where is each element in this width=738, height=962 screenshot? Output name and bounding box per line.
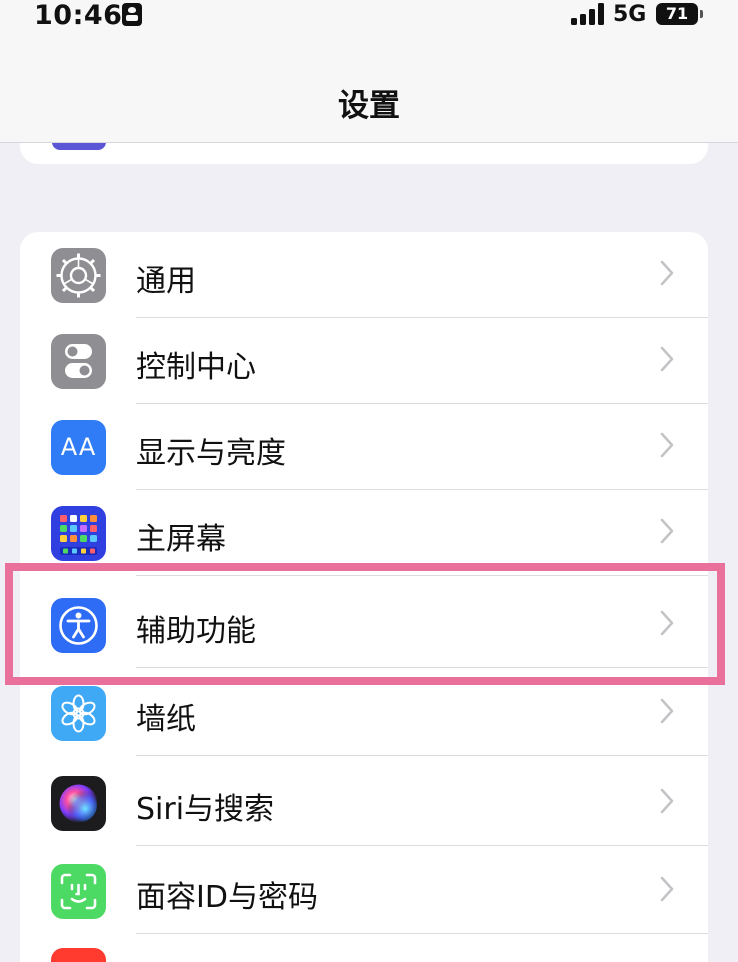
status-time: 10:46 <box>34 0 123 31</box>
settings-row-general[interactable]: 通用 <box>20 232 708 318</box>
settings-row-siri-search[interactable]: Siri与搜索 <box>20 760 708 846</box>
battery-tip <box>700 10 703 18</box>
chevron-right-icon <box>660 518 674 544</box>
contact-card-icon <box>122 3 142 26</box>
partial-next-row-icon <box>51 948 106 962</box>
chevron-right-icon <box>660 260 674 286</box>
settings-row-display-brightness[interactable]: AA 显示与亮度 <box>20 404 708 490</box>
accessibility-icon <box>51 598 106 653</box>
settings-row-label: Siri与搜索 <box>136 792 275 827</box>
chevron-right-icon <box>660 788 674 814</box>
settings-row-label: 主屏幕 <box>136 522 226 557</box>
settings-row-accessibility[interactable]: 辅助功能 <box>20 582 708 668</box>
settings-row-label: 墙纸 <box>136 702 196 737</box>
settings-row-control-center[interactable]: 控制中心 <box>20 318 708 404</box>
row-separator <box>136 575 708 576</box>
settings-row-face-id-passcode[interactable]: 面容ID与密码 <box>20 848 708 934</box>
battery-icon: 71 <box>656 3 698 25</box>
chevron-right-icon <box>660 346 674 372</box>
settings-row-label: 显示与亮度 <box>136 436 286 471</box>
settings-row-wallpaper[interactable]: 墙纸 <box>20 670 708 756</box>
row-separator <box>136 933 708 934</box>
navigation-bar: 设置 <box>0 36 738 143</box>
text-size-glyph: AA <box>60 433 97 461</box>
network-type: 5G <box>613 2 647 27</box>
chevron-right-icon <box>660 610 674 636</box>
toggle-switches-icon <box>51 334 106 389</box>
settings-row-home-screen[interactable]: 主屏幕 <box>20 490 708 576</box>
row-separator <box>136 667 708 668</box>
siri-icon <box>51 776 106 831</box>
settings-group: 通用 控制中心 AA 显示与亮度 主屏幕 辅助功能 墙纸 Siri与搜索 面容I… <box>20 232 708 962</box>
page-title: 设置 <box>338 88 400 124</box>
chevron-right-icon <box>660 876 674 902</box>
gear-icon <box>51 248 106 303</box>
app-grid-icon <box>51 506 106 561</box>
chevron-right-icon <box>660 432 674 458</box>
cellular-signal-icon <box>571 3 605 25</box>
text-size-icon: AA <box>51 420 106 475</box>
row-separator <box>136 845 708 846</box>
row-separator <box>136 755 708 756</box>
flower-icon <box>51 686 106 741</box>
face-id-icon <box>51 864 106 919</box>
settings-row-label: 通用 <box>136 264 196 299</box>
settings-row-label: 面容ID与密码 <box>136 880 318 915</box>
settings-row-label: 辅助功能 <box>136 614 256 649</box>
status-bar: 10:46 5G 71 <box>0 0 738 36</box>
chevron-right-icon <box>660 698 674 724</box>
settings-row-label: 控制中心 <box>136 350 256 385</box>
